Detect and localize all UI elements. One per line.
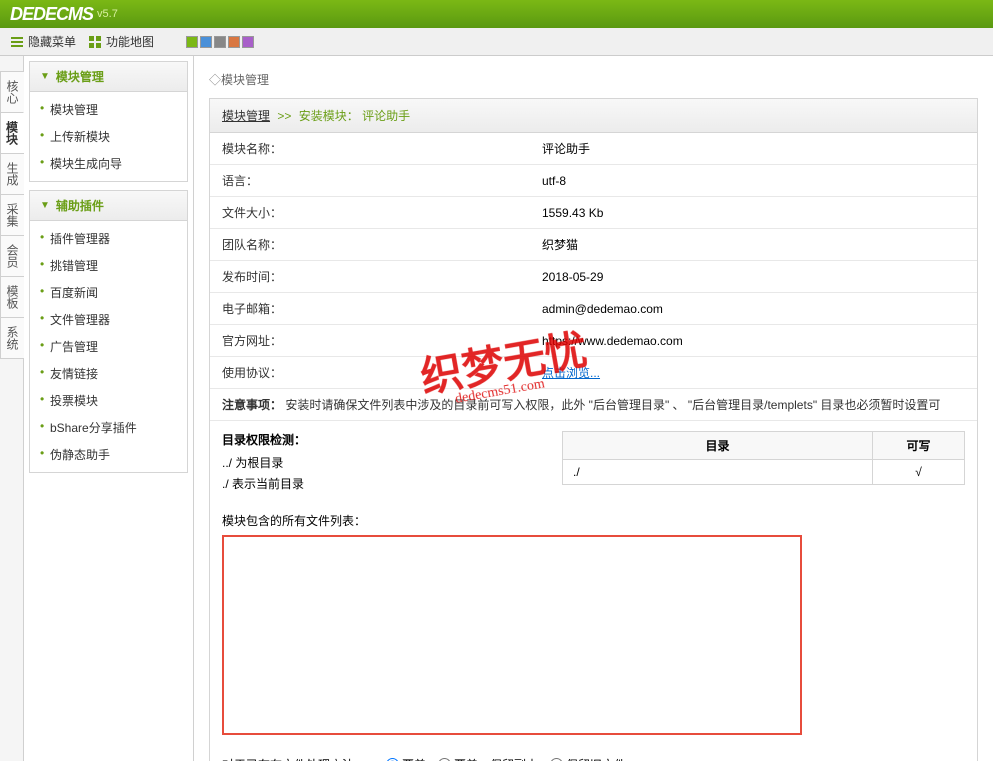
theme-swatch[interactable] [186,36,198,48]
left-tab[interactable]: 系统 [0,317,24,359]
sitemap-label: 功能地图 [106,33,154,50]
sidebar-item[interactable]: 投票模块 [30,387,187,414]
file-list-label: 模块包含的所有文件列表： [222,512,965,529]
theme-swatch[interactable] [242,36,254,48]
sidebar-item[interactable]: 挑错管理 [30,252,187,279]
exist-radio-group: 覆盖 覆盖，保留副本 保留旧文件 [386,756,626,761]
left-tab[interactable]: 核心 [0,71,24,113]
info-value: 评论助手 [530,133,977,165]
info-label: 官方网址： [210,325,530,357]
dir-check-section: 目录权限检测： ../ 为根目录 ./ 表示当前目录 目录可写./√ [210,421,977,504]
info-value: admin@dedemao.com [530,293,977,325]
chevron-down-icon: ▼ [40,200,50,211]
left-tab[interactable]: 会员 [0,235,24,277]
file-list-section: 模块包含的所有文件列表： [210,504,977,746]
sidebar-item[interactable]: 文件管理器 [30,306,187,333]
content-area: ◇模块管理 模块管理 >> 安装模块： 评论助手 模块名称：评论助手语言：utf… [194,56,993,761]
dir-table: 目录可写./√ [562,431,965,485]
dir-table-header: 目录 [563,432,873,460]
sidebar-item[interactable]: 上传新模块 [30,123,187,150]
sidebar-item[interactable]: 广告管理 [30,333,187,360]
hide-menu-button[interactable]: 隐藏菜单 [10,33,76,50]
exist-radio-option[interactable]: 保留旧文件 [550,756,626,761]
dir-check-line: ./ 表示当前目录 [222,473,522,494]
sitemap-button[interactable]: 功能地图 [88,33,154,50]
left-tab[interactable]: 模块 [0,112,24,154]
theme-swatch[interactable] [200,36,212,48]
exist-radio-option[interactable]: 覆盖，保留副本 [438,756,538,761]
info-value: utf-8 [530,165,977,197]
info-value: 2018-05-29 [530,261,977,293]
info-label: 电子邮箱： [210,293,530,325]
left-tab-strip: 核心模块生成采集会员模板系统 [0,56,24,761]
sidebar-item[interactable]: 百度新闻 [30,279,187,306]
sidebar-section-header[interactable]: ▼辅助插件 [30,191,187,221]
sidebar-section-header[interactable]: ▼模块管理 [30,62,187,92]
info-label: 文件大小： [210,197,530,229]
dir-cell: ./ [563,460,873,485]
page-title: ◇模块管理 [209,66,978,98]
exist-radio-option[interactable]: 覆盖 [386,756,426,761]
info-label: 语言： [210,165,530,197]
grid-icon [88,35,102,49]
notice-text: 注意事项： 安装时请确保文件列表中涉及的目录前可写入权限，此外 "后台管理目录"… [210,389,977,421]
info-value: https://www.dedemao.com [530,325,977,357]
info-value: 织梦猫 [530,229,977,261]
theme-swatches [186,36,254,48]
left-tab[interactable]: 采集 [0,194,24,236]
agreement-link[interactable]: 点击浏览... [542,366,600,380]
file-list-textarea[interactable] [222,535,802,735]
toolbar: 隐藏菜单 功能地图 [0,28,993,56]
info-label: 使用协议： [210,357,530,389]
chevron-down-icon: ▼ [40,71,50,82]
left-tab[interactable]: 模板 [0,276,24,318]
version-label: v5.7 [97,8,118,20]
sidebar-item[interactable]: 伪静态助手 [30,441,187,468]
dir-check-title: 目录权限检测： [222,431,522,448]
menu-icon [10,35,24,49]
breadcrumb: 模块管理 >> 安装模块： 评论助手 [210,99,977,133]
exist-label: 对于已存在文件处理方法： [222,756,366,761]
logo: DEDECMS [10,4,93,25]
sidebar-item[interactable]: bShare分享插件 [30,414,187,441]
info-label: 团队名称： [210,229,530,261]
info-label: 发布时间： [210,261,530,293]
sidebar-item[interactable]: 模块生成向导 [30,150,187,177]
hide-menu-label: 隐藏菜单 [28,33,76,50]
dir-table-header: 可写 [873,432,965,460]
breadcrumb-root-link[interactable]: 模块管理 [222,109,270,123]
info-value: 1559.43 Kb [530,197,977,229]
content-panel: 模块管理 >> 安装模块： 评论助手 模块名称：评论助手语言：utf-8文件大小… [209,98,978,761]
left-tab[interactable]: 生成 [0,153,24,195]
sidebar-item[interactable]: 模块管理 [30,96,187,123]
sidebar-item[interactable]: 友情链接 [30,360,187,387]
info-label: 模块名称： [210,133,530,165]
dir-check-line: ../ 为根目录 [222,452,522,473]
theme-swatch[interactable] [228,36,240,48]
sidebar-item[interactable]: 插件管理器 [30,225,187,252]
info-table: 模块名称：评论助手语言：utf-8文件大小：1559.43 Kb团队名称：织梦猫… [210,133,977,421]
app-header: DEDECMS v5.7 [0,0,993,28]
exist-file-row: 对于已存在文件处理方法： 覆盖 覆盖，保留副本 保留旧文件 [210,746,977,761]
theme-swatch[interactable] [214,36,226,48]
writable-cell: √ [873,460,965,485]
sidebar: ▼模块管理模块管理上传新模块模块生成向导 ▼辅助插件插件管理器挑错管理百度新闻文件… [24,56,194,761]
